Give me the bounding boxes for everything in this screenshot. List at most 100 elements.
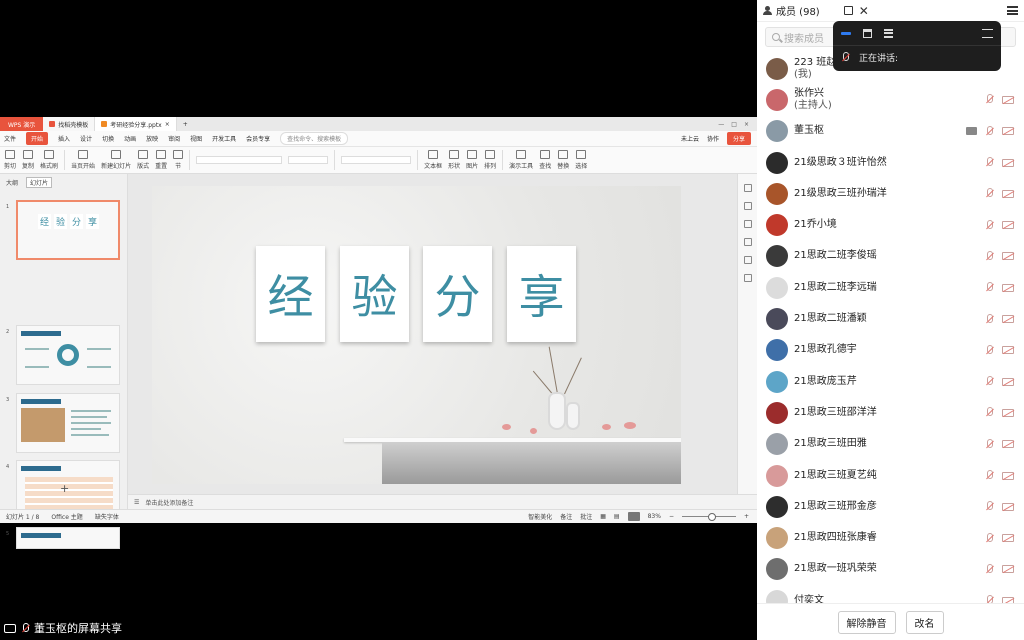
menu-insert[interactable]: 插入 — [58, 134, 70, 143]
select-button[interactable]: 选择 — [575, 150, 587, 170]
font-select[interactable] — [196, 156, 283, 164]
mic-muted-icon[interactable] — [985, 188, 994, 199]
member-row[interactable]: 21思政三班田雅 — [757, 429, 1024, 460]
slide-thumb-1[interactable]: 经 验 分 享 — [16, 200, 120, 260]
zoom-out-button[interactable]: − — [669, 513, 674, 520]
slide-canvas[interactable]: 经 验 分 享 — [152, 186, 681, 484]
slideshow-button[interactable] — [627, 512, 640, 521]
mic-muted-icon[interactable] — [985, 313, 994, 325]
replace-button[interactable]: 替换 — [557, 150, 569, 170]
add-slide-button[interactable]: + — [60, 482, 69, 495]
camera-off-icon[interactable] — [1002, 221, 1014, 230]
animation-icon[interactable] — [743, 202, 752, 210]
camera-off-icon[interactable] — [1002, 127, 1014, 136]
slide-thumb-5[interactable] — [16, 527, 120, 549]
tab-slides[interactable]: 幻灯片 — [26, 176, 53, 188]
camera-off-icon[interactable] — [1002, 502, 1014, 511]
menu-file[interactable]: 文件 — [4, 134, 16, 143]
window-icon[interactable] — [863, 28, 872, 38]
minimize-icon[interactable]: — — [718, 121, 724, 128]
backup-icon[interactable] — [743, 274, 752, 282]
sorter-view-icon[interactable]: ▤ — [614, 513, 620, 520]
mic-muted-icon[interactable] — [985, 344, 994, 356]
menu-search[interactable]: 查找命令、搜索模板 — [280, 132, 349, 145]
menu-member[interactable]: 会员专享 — [246, 134, 270, 143]
tab-template[interactable]: 找稻壳模板 — [43, 117, 96, 131]
member-row[interactable]: 21思政二班李俊瑶 — [757, 241, 1024, 272]
menu-transition[interactable]: 切换 — [102, 134, 114, 143]
maximize-icon[interactable]: □ — [731, 121, 737, 128]
mic-muted-icon[interactable] — [985, 532, 994, 544]
tab-pptx[interactable]: 考研经验分享.pptx × — [95, 117, 177, 131]
menu-slideshow[interactable]: 放映 — [146, 134, 158, 143]
missing-font-button[interactable]: 缺失字体 — [95, 512, 119, 521]
play-current-button[interactable]: 当页开始 — [71, 150, 95, 170]
collab-button[interactable]: 协作 — [707, 134, 719, 143]
mic-muted-icon[interactable] — [985, 563, 994, 575]
mic-muted-icon[interactable] — [985, 282, 994, 293]
camera-off-icon[interactable] — [1002, 158, 1014, 167]
mic-muted-icon[interactable] — [985, 125, 994, 137]
close-icon[interactable]: × — [165, 121, 170, 128]
presenter-tools-button[interactable]: 演示工具 — [509, 150, 533, 170]
menu-animation[interactable]: 动画 — [124, 134, 136, 143]
camera-off-icon[interactable] — [1002, 377, 1014, 386]
close-window-icon[interactable]: × — [744, 121, 749, 128]
member-row[interactable]: 董玉枢 — [757, 116, 1024, 147]
camera-off-icon[interactable] — [1002, 283, 1014, 292]
menu-review[interactable]: 审阅 — [168, 134, 180, 143]
new-slide-button[interactable]: 新建幻灯片 — [101, 150, 131, 170]
mic-muted-icon[interactable] — [985, 219, 994, 231]
arrange-button[interactable]: 排列 — [484, 150, 496, 170]
unmute-all-button[interactable]: 解除静音 — [837, 610, 896, 634]
camera-off-icon[interactable] — [1002, 440, 1014, 449]
menu-view[interactable]: 视图 — [190, 134, 202, 143]
camera-off-icon[interactable] — [1002, 315, 1014, 324]
mic-muted-icon[interactable] — [985, 157, 994, 168]
location-icon[interactable] — [743, 256, 752, 264]
mic-muted-icon[interactable] — [985, 595, 994, 603]
mic-muted-icon[interactable] — [985, 501, 994, 512]
member-row[interactable]: 21思政四班张康睿 — [757, 522, 1024, 553]
camera-off-icon[interactable] — [1002, 252, 1014, 261]
close-icon[interactable]: ✕ — [859, 4, 869, 18]
member-row[interactable]: 21级思政三班孙瑞洋 — [757, 178, 1024, 209]
camera-off-icon[interactable] — [1002, 189, 1014, 198]
property-icon[interactable] — [743, 184, 752, 192]
zoom-level[interactable]: 83% — [648, 513, 661, 520]
mic-muted-icon[interactable] — [985, 376, 994, 387]
mic-muted-icon[interactable] — [985, 438, 994, 450]
wps-brand-tab[interactable]: WPS 演示 — [0, 117, 44, 131]
annotation-button[interactable]: 批注 — [580, 512, 592, 521]
menu-start[interactable]: 开始 — [26, 132, 49, 145]
zoom-in-button[interactable]: + — [744, 513, 749, 520]
find-button[interactable]: 查找 — [539, 150, 551, 170]
mic-muted-icon[interactable] — [985, 470, 994, 481]
section-button[interactable]: 节 — [173, 150, 184, 170]
remark-button[interactable]: 备注 — [560, 512, 572, 521]
material-icon[interactable] — [743, 238, 752, 246]
textbox-button[interactable]: 文本框 — [424, 150, 442, 170]
share-doc-button[interactable]: 分享 — [726, 132, 751, 145]
mic-muted-icon[interactable] — [985, 250, 994, 262]
member-row[interactable]: 付奕文 — [757, 585, 1024, 603]
picture-button[interactable]: 图片 — [466, 150, 478, 170]
paragraph-controls[interactable] — [341, 156, 412, 164]
cut-button[interactable]: 剪切 — [4, 150, 16, 170]
camera-off-icon[interactable] — [1002, 471, 1014, 480]
list-icon[interactable] — [884, 28, 893, 38]
camera-off-icon[interactable] — [1002, 95, 1014, 104]
font-size-select[interactable] — [288, 156, 329, 164]
menu-dev[interactable]: 开发工具 — [212, 134, 236, 143]
zoom-slider[interactable] — [681, 513, 736, 521]
rename-button[interactable]: 改名 — [905, 610, 944, 634]
transition-icon[interactable] — [743, 220, 752, 228]
member-row[interactable]: 21思政孔德宇 — [757, 335, 1024, 366]
menu-icon[interactable] — [1007, 6, 1018, 15]
tab-outline[interactable]: 大纲 — [6, 178, 18, 187]
normal-view-icon[interactable]: ▦ — [600, 513, 606, 520]
slide-thumb-3[interactable] — [16, 393, 120, 453]
cloud-status[interactable]: 未上云 — [681, 134, 699, 143]
camera-off-icon[interactable] — [1002, 346, 1014, 355]
member-row[interactable]: 21思政一班巩荣荣 — [757, 554, 1024, 585]
